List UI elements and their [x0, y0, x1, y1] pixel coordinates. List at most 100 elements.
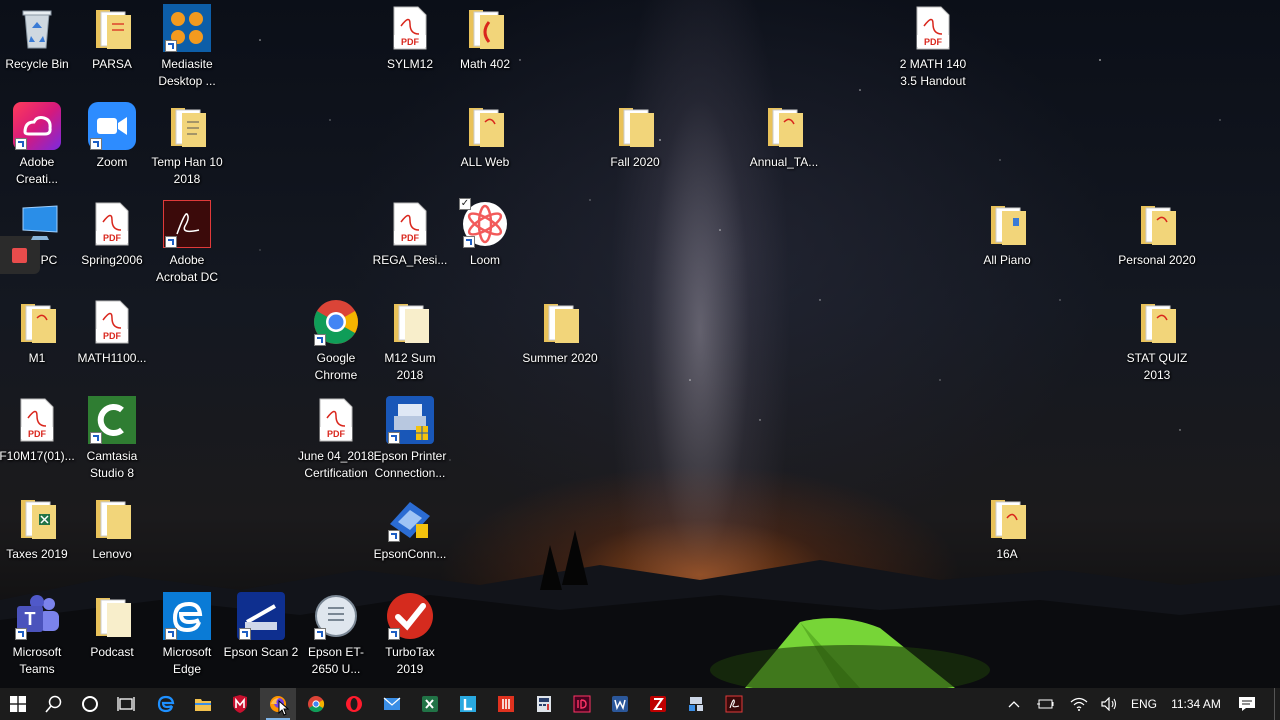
chrome-icon: [308, 696, 325, 713]
shortcut-arrow-icon: [90, 432, 102, 444]
desktop-icon-microsoft-teams[interactable]: T Microsoft Teams: [0, 592, 76, 678]
action-center-button[interactable]: [1234, 688, 1260, 720]
desktop-icon-16a[interactable]: 16A: [968, 494, 1046, 563]
battery-button[interactable]: [1032, 688, 1058, 720]
desktop-icon-all-piano[interactable]: All Piano: [968, 200, 1046, 269]
wifi-button[interactable]: [1066, 688, 1092, 720]
desktop-icon-summer-2020[interactable]: Summer 2020: [521, 298, 599, 367]
shortcut-arrow-icon: [239, 628, 251, 640]
desktop-icon-recycle-bin[interactable]: Recycle Bin: [0, 4, 76, 73]
show-desktop-button[interactable]: [1274, 688, 1280, 720]
taskbar-word[interactable]: [602, 688, 638, 720]
taskbar-l-app[interactable]: [450, 688, 486, 720]
desktop-icon-m1[interactable]: M1: [0, 298, 76, 367]
taskbar-red-app[interactable]: [488, 688, 524, 720]
mcafee-icon: [233, 695, 247, 713]
desktop-icon-parsa[interactable]: PARSA: [73, 4, 151, 73]
taskbar-excel[interactable]: [412, 688, 448, 720]
desktop-icon-fall-2020[interactable]: Fall 2020: [596, 102, 674, 171]
desktop-icon-google-chrome[interactable]: Google Chrome: [297, 298, 375, 384]
desktop-icon-epson-printer-connection[interactable]: Epson Printer Connection...: [371, 396, 449, 482]
desktop-icon-this-pc[interactable]: PC: [0, 200, 76, 269]
desktop-icon-camtasia[interactable]: Camtasia Studio 8: [73, 396, 151, 482]
battery-icon: [1037, 699, 1054, 709]
taskbar-edge[interactable]: [148, 688, 184, 720]
desktop-icon-june-certification[interactable]: PDF June 04_2018 Certification: [297, 396, 375, 482]
desktop-icon-temp-han[interactable]: Temp Han 10 2018: [148, 102, 226, 188]
desktop-icon-turbotax-2019[interactable]: TurboTax 2019: [371, 592, 449, 678]
taskbar-network-tool[interactable]: [678, 688, 714, 720]
taskbar-filezilla[interactable]: [640, 688, 676, 720]
taskbar-firefox[interactable]: [260, 688, 296, 720]
taskbar-opera[interactable]: [336, 688, 372, 720]
pdf-icon: PDF: [88, 298, 136, 346]
taskbar-acrobat[interactable]: [716, 688, 752, 720]
desktop-icon-microsoft-edge[interactable]: Microsoft Edge: [148, 592, 226, 678]
pdf-badge: PDF: [401, 37, 420, 47]
desktop-icon-mediasite[interactable]: Mediasite Desktop ...: [148, 4, 226, 90]
indesign-icon: [573, 695, 591, 713]
desktop-icon-stat-quiz-2013[interactable]: STAT QUIZ 2013: [1118, 298, 1196, 384]
language-indicator[interactable]: ENG: [1126, 688, 1162, 720]
pdf-badge: PDF: [924, 37, 943, 47]
chevron-up-icon: [1008, 701, 1020, 708]
desktop-icon-annual-ta[interactable]: Annual_TA...: [745, 102, 823, 171]
taskbar: ENG 11:34 AM: [0, 688, 1280, 720]
mouse-cursor-icon: [278, 700, 290, 716]
desktop-icon-epsonconnect[interactable]: EpsonConn...: [371, 494, 449, 563]
taskbar-file-explorer[interactable]: [185, 688, 221, 720]
desktop-icon-podcast[interactable]: Podcast: [73, 592, 151, 661]
clock[interactable]: 11:34 AM: [1166, 688, 1226, 720]
search-button[interactable]: [36, 688, 72, 720]
desktop-icon-zoom[interactable]: Zoom: [73, 102, 151, 171]
shortcut-arrow-icon: [15, 628, 27, 640]
desktop-icon-personal-2020[interactable]: Personal 2020: [1118, 200, 1196, 269]
desktop-icon-taxes-2019[interactable]: Taxes 2019: [0, 494, 76, 563]
mail-icon: [383, 697, 401, 710]
desktop-icon-adobe-acrobat[interactable]: Adobe Acrobat DC: [148, 199, 226, 286]
taskbar-mcafee[interactable]: [222, 688, 258, 720]
folder-icon: [13, 298, 61, 346]
excel-icon: [422, 696, 438, 712]
pdf-icon: PDF: [88, 200, 136, 248]
pdf-icon: PDF: [909, 4, 957, 52]
taskbar-mail[interactable]: [374, 688, 410, 720]
epson-scan-icon: [237, 592, 285, 640]
edge-icon: [163, 592, 211, 640]
epson-printer-icon: [386, 396, 434, 444]
desktop-icon-all-web[interactable]: ALL Web: [446, 102, 524, 171]
desktop-icon-f10m17[interactable]: PDF F10M17(01)...: [0, 396, 76, 465]
desktop-icon-spring2006[interactable]: PDF Spring2006: [73, 200, 151, 269]
desktop-icon-adobe-creative-cloud[interactable]: Adobe Creati...: [0, 102, 76, 188]
shortcut-arrow-icon: [388, 530, 400, 542]
desktop-icon-math1100[interactable]: PDF MATH1100...: [73, 298, 151, 367]
task-view-button[interactable]: [108, 688, 144, 720]
taskbar-calculator[interactable]: [526, 688, 562, 720]
folder-icon: [1133, 200, 1181, 248]
folder-icon: [461, 102, 509, 150]
desktop-icon-loom[interactable]: ✓ Loom: [446, 198, 524, 269]
desktop-icon-math-402[interactable]: Math 402: [446, 4, 524, 73]
desktop-icon-epson-scan-2[interactable]: Epson Scan 2: [222, 592, 300, 661]
epson-manual-icon: [312, 592, 360, 640]
desktop-icon-math-140-handout[interactable]: PDF 2 MATH 140 3.5 Handout: [894, 4, 972, 90]
start-button[interactable]: [0, 688, 36, 720]
desktop-icon-epson-et2650[interactable]: Epson ET-2650 U...: [297, 592, 375, 678]
acrobat-icon: [725, 695, 743, 713]
search-icon: [45, 695, 62, 713]
desktop-icon-m12-sum-2018[interactable]: M12 Sum 2018: [371, 298, 449, 384]
taskbar-indesign[interactable]: [564, 688, 600, 720]
cortana-button[interactable]: [72, 688, 108, 720]
desktop-icon-sylm12[interactable]: PDF SYLM12: [371, 4, 449, 73]
pdf-badge: PDF: [401, 233, 420, 243]
desktop-icon-lenovo[interactable]: Lenovo: [73, 494, 151, 563]
pdf-icon: PDF: [386, 200, 434, 248]
shortcut-arrow-icon: [90, 138, 102, 150]
pdf-badge: PDF: [28, 429, 47, 439]
checkbox-icon[interactable]: ✓: [459, 198, 471, 210]
mediasite-icon: [163, 4, 211, 52]
show-hidden-icons-button[interactable]: [1002, 688, 1026, 720]
taskbar-chrome[interactable]: [298, 688, 334, 720]
volume-button[interactable]: [1096, 688, 1122, 720]
desktop-icon-rega-resi[interactable]: PDF REGA_Resi...: [371, 200, 449, 269]
